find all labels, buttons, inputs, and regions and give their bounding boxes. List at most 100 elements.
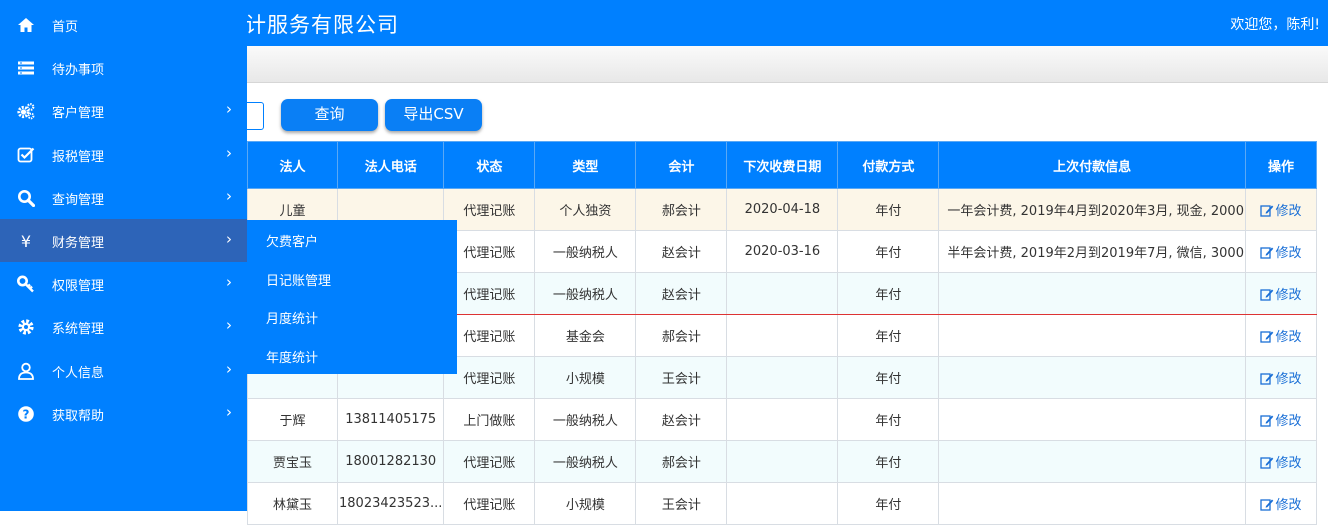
table-row[interactable]: 贾宝玉 18001282130 代理记账 一般纳税人 郝会计 年付 修改 <box>247 440 1317 483</box>
edit-link[interactable]: 修改 <box>1260 456 1301 471</box>
sidebar-item-0[interactable]: 首页 <box>0 3 247 46</box>
edit-link[interactable]: 修改 <box>1260 330 1301 345</box>
table-cell <box>726 272 839 315</box>
table-cell: 一般纳税人 <box>534 440 637 483</box>
table-header-row: 法人 法人电话 状态 类型 会计 下次收费日期 付款方式 上次付款信息 操作 <box>247 141 1317 189</box>
help-icon: ? <box>18 405 34 422</box>
col-legal-person[interactable]: 法人 <box>247 141 338 189</box>
svg-text:?: ? <box>23 407 30 421</box>
chevron-right-icon: › <box>226 230 232 248</box>
table-cell <box>726 398 839 441</box>
table-cell: 小规模 <box>534 356 637 399</box>
sidebar: 首页 待办事项 客户管理 › 报税管理 › 查询管理 › ¥ 财务管理 › 权限管理 › 系统管理 › 个人信… <box>0 0 247 511</box>
submenu-item-0[interactable]: 欠费客户 <box>266 231 318 250</box>
export-csv-button[interactable]: 导出CSV <box>385 99 482 131</box>
table-cell <box>938 398 1246 441</box>
sidebar-item-7[interactable]: 系统管理 › <box>0 305 247 348</box>
sidebar-item-label: 首页 <box>52 20 79 35</box>
edit-icon <box>1260 415 1274 427</box>
table-cell <box>726 356 839 399</box>
sidebar-item-8[interactable]: 个人信息 › <box>0 349 247 392</box>
chevron-right-icon: › <box>226 143 232 162</box>
sidebar-item-4[interactable]: 查询管理 › <box>0 176 247 219</box>
sidebar-item-6[interactable]: 权限管理 › <box>0 262 247 305</box>
sidebar-item-3[interactable]: 报税管理 › <box>0 133 247 176</box>
table-row[interactable]: 林黛玉 18023423523... 代理记账 小规模 王会计 年付 修改 <box>247 482 1317 525</box>
table-cell: 一般纳税人 <box>534 230 637 273</box>
table-cell: 年付 <box>837 482 940 525</box>
table-cell: 郝会计 <box>635 188 728 231</box>
chevron-right-icon: › <box>226 402 232 421</box>
action-cell: 修改 <box>1244 356 1317 399</box>
col-accountant[interactable]: 会计 <box>635 141 728 189</box>
col-payment-method[interactable]: 付款方式 <box>837 141 940 189</box>
col-next-fee-date[interactable]: 下次收费日期 <box>726 141 839 189</box>
table-cell <box>726 440 839 483</box>
sidebar-item-2[interactable]: 客户管理 › <box>0 89 247 132</box>
table-cell: 2020-03-16 <box>726 230 839 273</box>
table-cell: 18001282130 <box>336 440 445 483</box>
submenu-item-3[interactable]: 年度统计 <box>266 347 318 366</box>
sidebar-item-label: 权限管理 <box>52 279 105 295</box>
gears-icon <box>17 103 35 120</box>
yen-icon: ¥ <box>21 232 31 250</box>
table-cell: 年付 <box>837 356 940 399</box>
table-cell: 代理记账 <box>443 272 536 315</box>
col-last-payment[interactable]: 上次付款信息 <box>938 141 1246 189</box>
col-type[interactable]: 类型 <box>534 141 637 189</box>
table-cell: 代理记账 <box>443 440 536 483</box>
table-cell: 一般纳税人 <box>534 398 637 441</box>
submenu-item-2[interactable]: 月度统计 <box>266 308 318 327</box>
query-button[interactable]: 查询 <box>281 99 378 131</box>
sidebar-item-label: 客户管理 <box>52 106 105 122</box>
table-cell: 18023423523... <box>336 482 445 525</box>
edit-icon <box>1260 457 1274 469</box>
table-cell: 贾宝玉 <box>247 440 338 483</box>
edit-link[interactable]: 修改 <box>1260 204 1301 219</box>
table-cell <box>726 482 839 525</box>
company-title: 计服务有限公司 <box>245 13 399 37</box>
table-cell: 个人独资 <box>534 188 637 231</box>
table-cell <box>938 482 1246 525</box>
home-icon <box>18 18 34 32</box>
table-cell: 一年会计费, 2019年4月到2020年3月, 现金, 2000 <box>938 188 1246 231</box>
edit-label: 修改 <box>1275 372 1302 387</box>
col-legal-phone[interactable]: 法人电话 <box>336 141 445 189</box>
action-cell: 修改 <box>1244 188 1317 231</box>
table-cell: 年付 <box>837 188 940 231</box>
col-status[interactable]: 状态 <box>443 141 536 189</box>
welcome-text: 欢迎您，陈利! <box>1230 17 1320 33</box>
action-cell: 修改 <box>1244 314 1317 357</box>
action-cell: 修改 <box>1244 398 1317 441</box>
edit-link[interactable]: 修改 <box>1260 246 1301 261</box>
edit-label: 修改 <box>1275 246 1302 261</box>
action-cell: 修改 <box>1244 482 1317 525</box>
action-cell: 修改 <box>1244 230 1317 273</box>
edit-link[interactable]: 修改 <box>1260 288 1301 303</box>
sidebar-item-5[interactable]: ¥ 财务管理 › <box>0 219 247 262</box>
key-icon <box>17 275 34 293</box>
table-cell: 年付 <box>837 314 940 357</box>
table-cell: 基金会 <box>534 314 637 357</box>
sidebar-item-label: 查询管理 <box>52 192 105 208</box>
table-row[interactable]: 于辉 13811405175 上门做账 一般纳税人 赵会计 年付 修改 <box>247 398 1317 441</box>
sidebar-item-9[interactable]: ? 获取帮助 › <box>0 392 247 435</box>
edit-label: 修改 <box>1275 204 1302 219</box>
table-cell: 小规模 <box>534 482 637 525</box>
submenu-item-1[interactable]: 日记账管理 <box>266 270 331 289</box>
table-cell: 一般纳税人 <box>534 272 637 315</box>
table-cell: 王会计 <box>635 482 728 525</box>
edit-link[interactable]: 修改 <box>1260 414 1301 429</box>
action-cell: 修改 <box>1244 440 1317 483</box>
table-cell: 赵会计 <box>635 398 728 441</box>
edit-link[interactable]: 修改 <box>1260 372 1301 387</box>
table-cell <box>726 314 839 357</box>
table-cell: 上门做账 <box>443 398 536 441</box>
edit-label: 修改 <box>1275 456 1302 471</box>
sidebar-item-label: 待办事项 <box>52 63 105 79</box>
table-cell: 代理记账 <box>443 314 536 357</box>
table-cell <box>938 314 1246 357</box>
table-cell: 半年会计费, 2019年2月到2019年7月, 微信, 3000 <box>938 230 1246 273</box>
table-cell: 年付 <box>837 440 940 483</box>
sidebar-item-1[interactable]: 待办事项 <box>0 46 247 89</box>
